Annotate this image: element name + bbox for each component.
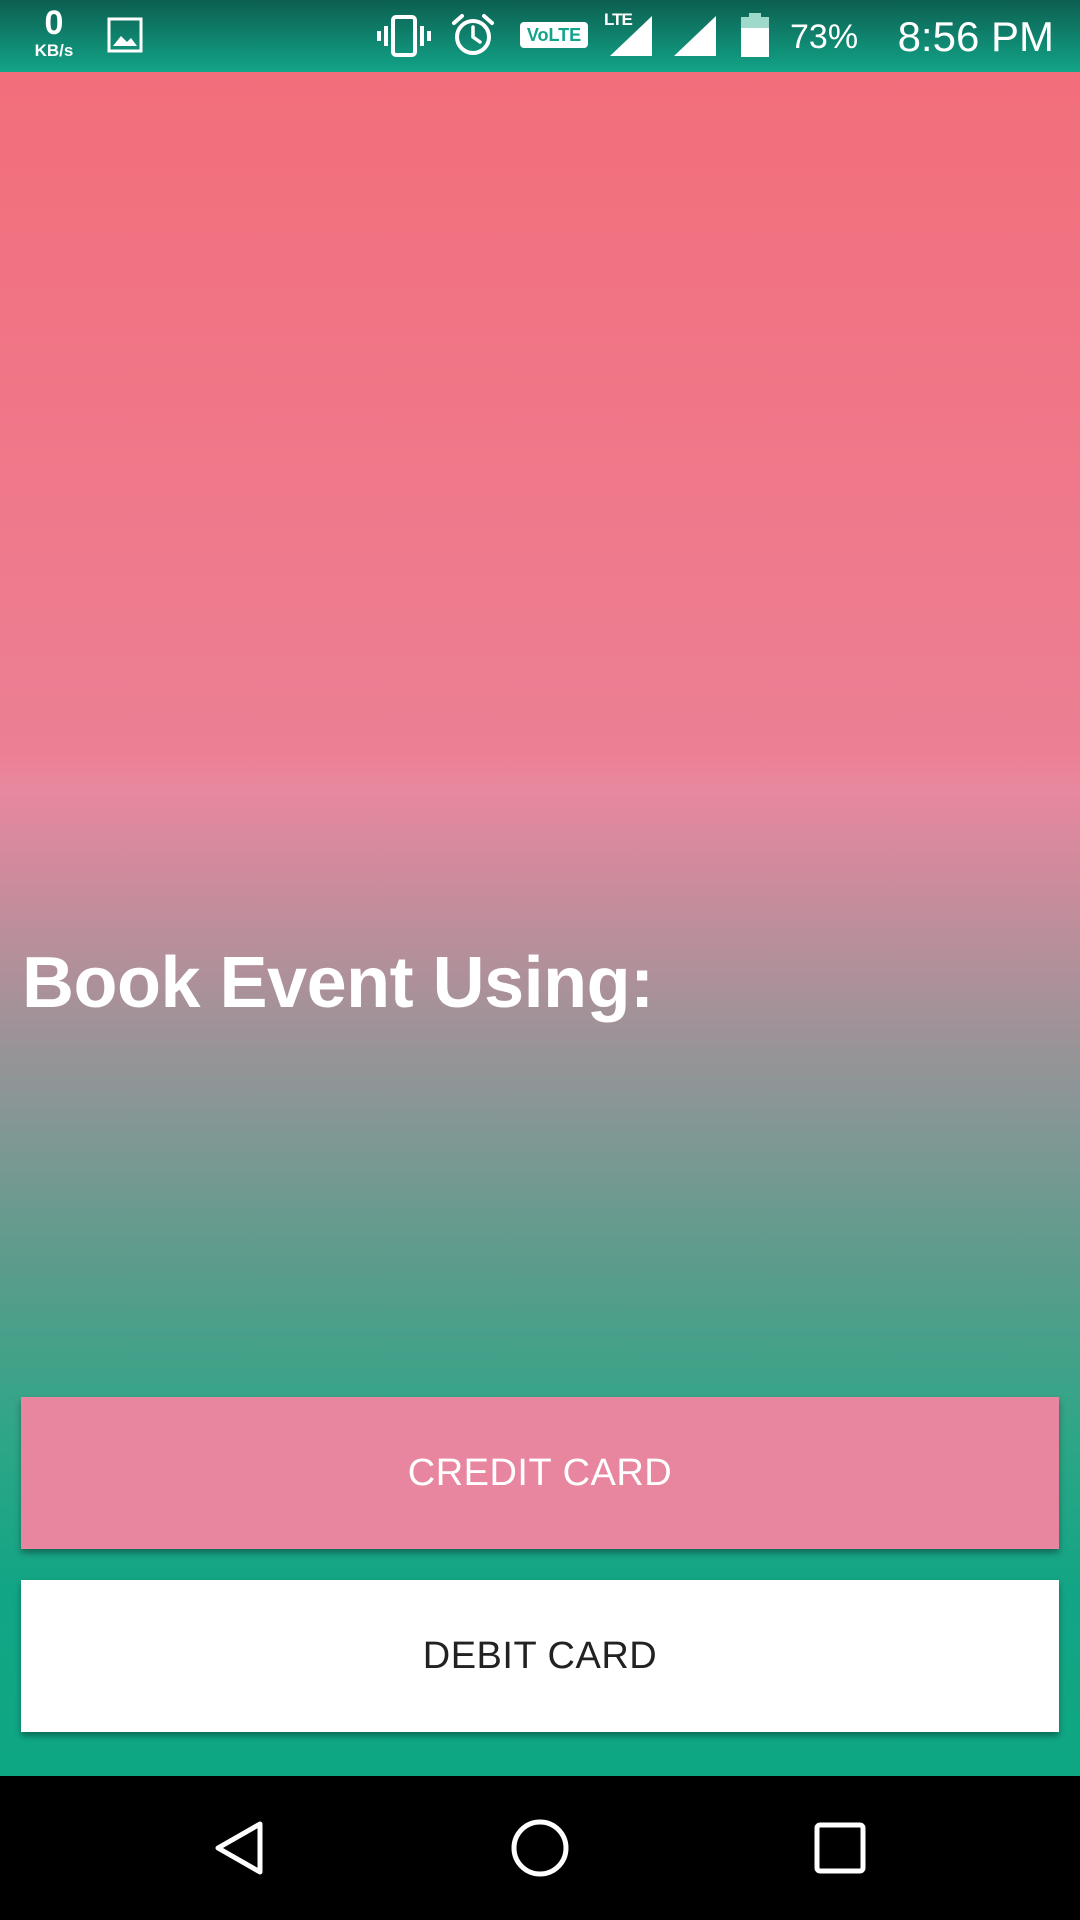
network-speed: 0 KB/s — [24, 6, 84, 59]
network-speed-unit: KB/s — [34, 41, 74, 60]
vibrate-icon — [376, 14, 432, 63]
network-speed-value: 0 — [44, 4, 64, 42]
clock: 8:56 PM — [897, 13, 1054, 60]
booking-screen: Book Event Using: CREDIT CARD DEBIT CARD — [0, 72, 1080, 1776]
back-icon — [215, 1821, 263, 1875]
signal-icon — [672, 14, 718, 63]
alarm-icon — [450, 12, 496, 63]
navigation-bar — [0, 1776, 1080, 1920]
lte-signal-icon — [608, 14, 654, 63]
page-title: Book Event Using: — [22, 943, 654, 1023]
screen: 0 KB/s VoLTE LTE 73% 8:56 PM Book Event … — [0, 0, 1080, 1920]
battery-icon — [740, 12, 770, 63]
recents-icon — [814, 1822, 866, 1874]
image-icon — [106, 16, 144, 59]
volte-icon: VoLTE — [520, 22, 588, 48]
home-button[interactable] — [460, 1776, 620, 1920]
back-button[interactable] — [160, 1776, 320, 1920]
status-bar: 0 KB/s VoLTE LTE 73% 8:56 PM — [0, 0, 1080, 72]
recents-button[interactable] — [760, 1776, 920, 1920]
home-icon — [511, 1819, 569, 1877]
credit-card-button[interactable]: CREDIT CARD — [21, 1397, 1059, 1549]
battery-percent: 73% — [790, 18, 859, 56]
debit-card-button[interactable]: DEBIT CARD — [21, 1580, 1059, 1732]
